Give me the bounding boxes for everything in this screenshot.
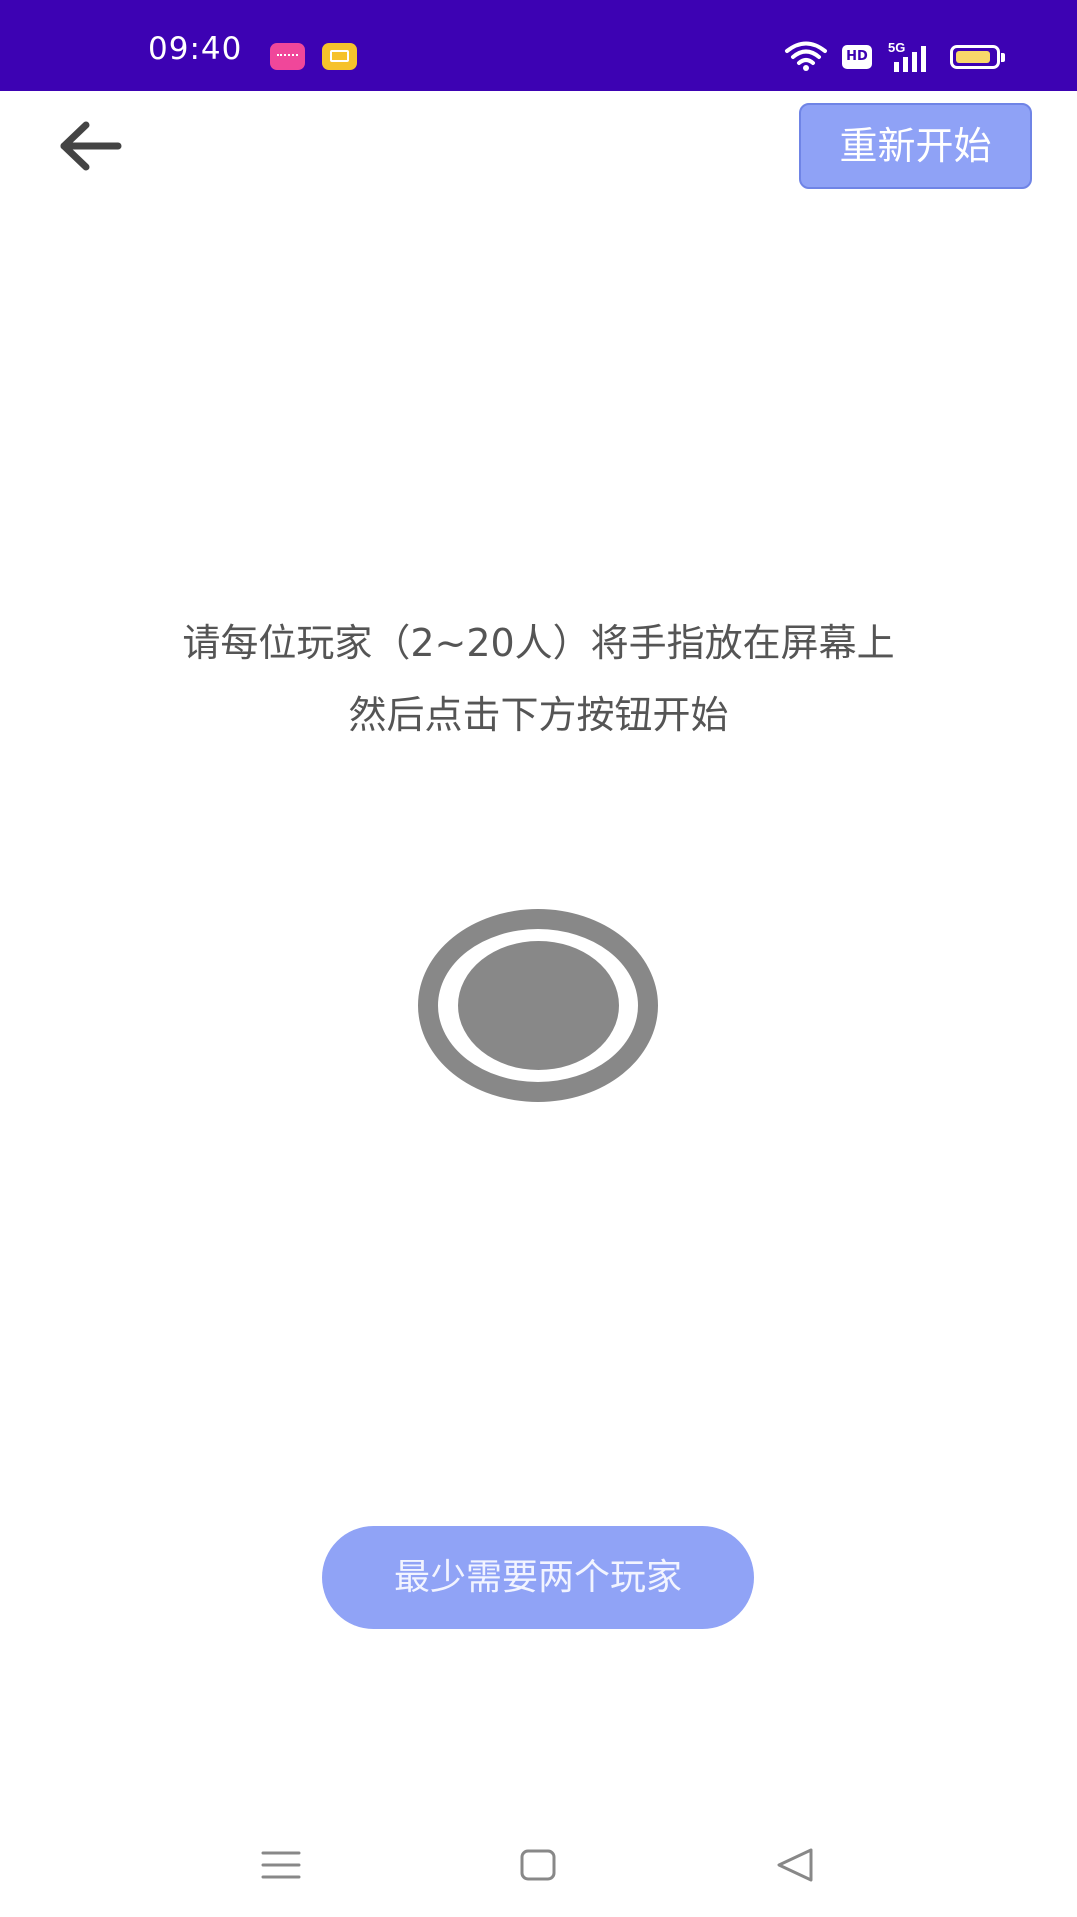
nav-bar (0, 1820, 1077, 1917)
battery-level (956, 51, 990, 63)
instructions: 请每位玩家（2~20人）将手指放在屏幕上 然后点击下方按钮开始 (0, 607, 1077, 751)
battery-icon (950, 45, 1005, 69)
restart-button[interactable]: 重新开始 (799, 103, 1032, 189)
back-triangle-icon (777, 1848, 813, 1882)
menu-icon (261, 1851, 301, 1879)
nav-home-button[interactable] (493, 1820, 583, 1910)
screen: 09:40 HD 5G 重新开始 请每位玩家（2~20人）将手指放在屏幕上 然后… (0, 0, 1077, 1917)
nav-back-button[interactable] (751, 1820, 841, 1910)
mail-icon (322, 43, 357, 70)
instruction-line-1: 请每位玩家（2~20人）将手指放在屏幕上 (182, 621, 895, 665)
status-bar: 09:40 HD 5G (0, 0, 1077, 91)
nav-menu-button[interactable] (236, 1820, 326, 1910)
hd-badge-icon: HD (842, 45, 872, 69)
finger-touch-dot (458, 941, 619, 1070)
home-icon (520, 1849, 556, 1881)
back-button[interactable] (52, 112, 132, 182)
instruction-line-2: 然后点击下方按钮开始 (348, 693, 729, 737)
arrow-left-icon (60, 121, 122, 171)
start-button[interactable]: 最少需要两个玩家 (322, 1526, 754, 1629)
pink-app-icon (270, 43, 305, 70)
signal-label: 5G (888, 40, 905, 55)
signal-icon: 5G (888, 40, 926, 72)
status-time: 09:40 (148, 31, 243, 67)
wifi-icon (785, 41, 827, 71)
